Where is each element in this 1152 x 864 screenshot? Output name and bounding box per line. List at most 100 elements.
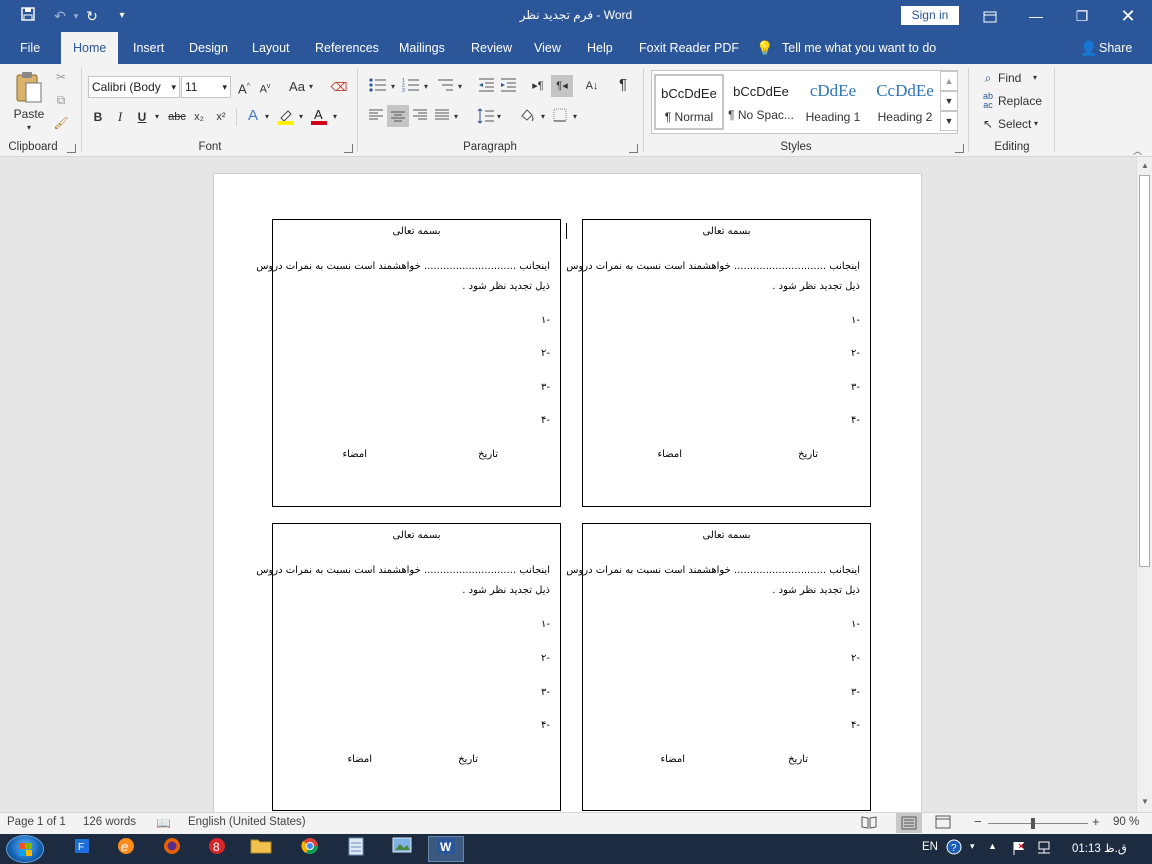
language-indicator[interactable]: English (United States) (188, 816, 306, 828)
language-bar-icon[interactable]: ▾ (970, 841, 975, 852)
chevron-down-icon[interactable]: ▾ (171, 77, 176, 97)
word-taskbar-icon[interactable]: W (428, 836, 464, 862)
paragraph-launcher-icon[interactable] (629, 144, 638, 153)
superscript-button[interactable]: x² (212, 108, 230, 126)
subscript-button[interactable]: x₂ (190, 108, 208, 126)
read-mode-icon[interactable] (861, 815, 877, 832)
internet-explorer-icon[interactable]: e (108, 836, 144, 862)
increase-indent-icon[interactable] (498, 77, 518, 98)
bullets-dropdown-icon[interactable]: ▾ (388, 78, 398, 96)
replace-icon[interactable]: ab ac (979, 92, 997, 110)
page-count[interactable]: Page 1 of 1 (7, 816, 66, 828)
ltr-direction-icon[interactable]: ▸¶ (528, 77, 548, 95)
change-case-button[interactable]: Aa (286, 78, 308, 96)
firefox-icon[interactable] (154, 836, 190, 862)
shrink-font-icon[interactable]: Av (257, 78, 273, 99)
find-icon[interactable]: ⌕ (980, 69, 996, 87)
line-spacing-dropdown-icon[interactable]: ▾ (494, 108, 504, 126)
tell-me-search[interactable]: Tell me what you want to do (780, 32, 938, 64)
italic-button[interactable]: I (112, 108, 128, 126)
taskbar-app-icon[interactable]: F (64, 836, 100, 862)
text-effects-dropdown-icon[interactable]: ▾ (262, 108, 272, 126)
restore-icon[interactable]: ❐ (1059, 0, 1105, 32)
align-right-icon[interactable] (410, 108, 430, 127)
bullets-icon[interactable] (368, 77, 388, 98)
format-painter-icon[interactable]: 🖌 (53, 114, 69, 132)
image-viewer-icon[interactable] (384, 836, 420, 862)
numbering-icon[interactable]: 123 (401, 77, 421, 98)
style-heading-1[interactable]: cDdEe Heading 1 (798, 74, 868, 130)
align-center-icon[interactable] (387, 105, 409, 127)
scroll-up-icon[interactable]: ▲ (1140, 161, 1150, 171)
select-dropdown-icon[interactable]: ▾ (1031, 115, 1041, 133)
cut-icon[interactable]: ✂ (53, 68, 69, 86)
tab-foxit-reader-pdf[interactable]: Foxit Reader PDF (637, 32, 741, 64)
zoom-out-button[interactable]: − (974, 814, 982, 829)
styles-scroll-up-icon[interactable]: ▲ (940, 71, 958, 91)
shading-dropdown-icon[interactable]: ▾ (538, 108, 548, 126)
clipboard-launcher-icon[interactable] (67, 144, 76, 153)
clear-formatting-icon[interactable]: ⌫ (329, 78, 349, 96)
vertical-scrollbar[interactable]: ▲ ▼ (1136, 157, 1152, 812)
align-left-icon[interactable] (366, 108, 386, 127)
tab-references[interactable]: References (313, 32, 381, 64)
strikethrough-button[interactable]: abc (166, 108, 188, 126)
font-name-box[interactable]: Calibri (Body ▾ (88, 76, 180, 98)
tab-layout[interactable]: Layout (250, 32, 292, 64)
font-size-box[interactable]: 11 ▾ (181, 76, 231, 98)
shading-icon[interactable] (516, 107, 538, 128)
select-button[interactable]: Select (998, 115, 1032, 133)
justify-icon[interactable] (432, 108, 452, 127)
print-layout-icon[interactable] (896, 813, 922, 833)
taskbar-app-icon[interactable]: 8 (199, 836, 235, 862)
tab-help[interactable]: Help (585, 32, 615, 64)
zoom-slider-track[interactable] (988, 823, 1088, 824)
start-button-icon[interactable] (6, 835, 44, 863)
flag-icon[interactable] (1011, 840, 1027, 859)
find-button[interactable]: Find (998, 69, 1028, 87)
network-icon[interactable] (1034, 840, 1052, 859)
tab-mailings[interactable]: Mailings (397, 32, 447, 64)
tab-home[interactable]: Home (61, 32, 119, 64)
bold-button[interactable]: B (90, 108, 106, 126)
style-heading-2[interactable]: CcDdEe Heading 2 (870, 74, 940, 130)
borders-icon[interactable] (551, 108, 569, 127)
file-explorer-icon[interactable] (243, 836, 279, 862)
ribbon-display-icon[interactable] (967, 0, 1013, 32)
rtl-direction-icon[interactable]: ¶◂ (551, 75, 573, 97)
clock[interactable]: 01:13 ق.ظ (1072, 841, 1127, 855)
numbering-dropdown-icon[interactable]: ▾ (421, 78, 431, 96)
close-icon[interactable]: ✕ (1105, 0, 1151, 32)
tab-review[interactable]: Review (469, 32, 514, 64)
find-dropdown-icon[interactable]: ▾ (1030, 69, 1040, 87)
sort-icon[interactable]: A↓ (582, 77, 602, 95)
underline-button[interactable]: U (134, 108, 150, 126)
chrome-icon[interactable] (292, 836, 328, 862)
multilevel-list-icon[interactable] (435, 77, 455, 98)
scroll-down-icon[interactable]: ▼ (1140, 797, 1150, 807)
tab-insert[interactable]: Insert (131, 32, 166, 64)
line-spacing-icon[interactable] (476, 108, 496, 129)
styles-launcher-icon[interactable] (955, 144, 964, 153)
underline-dropdown-icon[interactable]: ▾ (152, 108, 162, 126)
document-page[interactable]: بسمه تعالی اینجانب .....................… (213, 173, 922, 812)
highlight-dropdown-icon[interactable]: ▾ (296, 108, 306, 126)
word-count[interactable]: 126 words (83, 816, 136, 828)
input-language-indicator[interactable]: EN (922, 841, 938, 853)
font-color-dropdown-icon[interactable]: ▾ (330, 108, 340, 126)
tab-design[interactable]: Design (187, 32, 230, 64)
paste-icon[interactable] (12, 70, 46, 106)
chevron-down-icon[interactable]: ▾ (222, 77, 227, 97)
grow-font-icon[interactable]: A^ (236, 78, 252, 98)
font-color-icon[interactable]: A (309, 106, 329, 131)
styles-more-icon[interactable]: ▼ (940, 111, 958, 131)
zoom-slider-thumb[interactable] (1031, 818, 1035, 829)
scrollbar-thumb[interactable] (1139, 175, 1150, 567)
tab-file[interactable]: File (18, 32, 42, 64)
text-effects-icon[interactable]: A (244, 107, 262, 125)
proofing-icon[interactable]: 📖 (156, 816, 171, 830)
style-no-spacing[interactable]: bCcDdEe ¶ No Spac... (726, 74, 796, 130)
zoom-in-button[interactable]: + (1092, 814, 1100, 829)
help-icon[interactable]: ? (946, 839, 962, 858)
styles-scroll-down-icon[interactable]: ▼ (940, 91, 958, 111)
